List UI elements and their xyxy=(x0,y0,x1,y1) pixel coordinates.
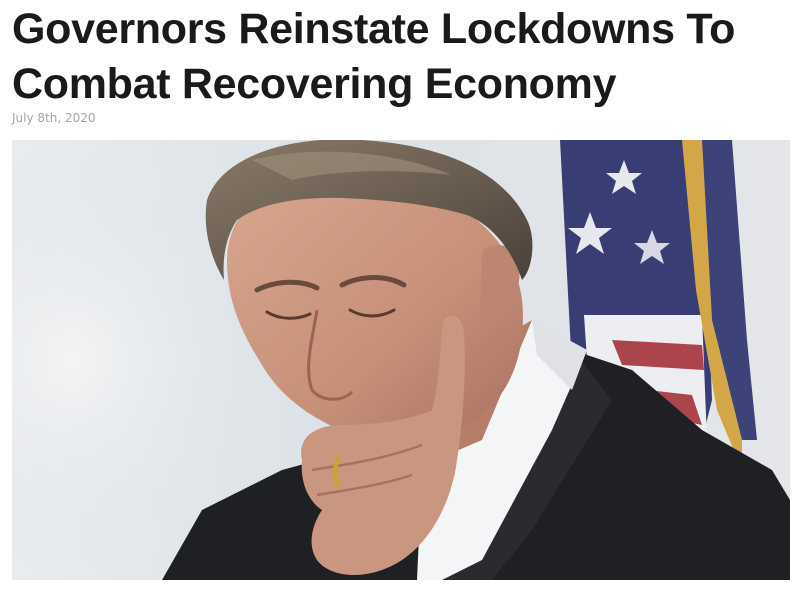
headline-line-1: Governors Reinstate Lockdowns To xyxy=(12,5,736,53)
article: Governors Reinstate Lockdowns To Combat … xyxy=(0,0,800,589)
article-headline: Governors Reinstate Lockdowns To Combat … xyxy=(12,2,792,112)
headline-line-2: Combat Recovering Economy xyxy=(12,60,617,108)
article-photo xyxy=(12,140,790,580)
article-date: July 8th, 2020 xyxy=(12,111,96,125)
man-with-hand-on-face-icon xyxy=(12,140,790,580)
